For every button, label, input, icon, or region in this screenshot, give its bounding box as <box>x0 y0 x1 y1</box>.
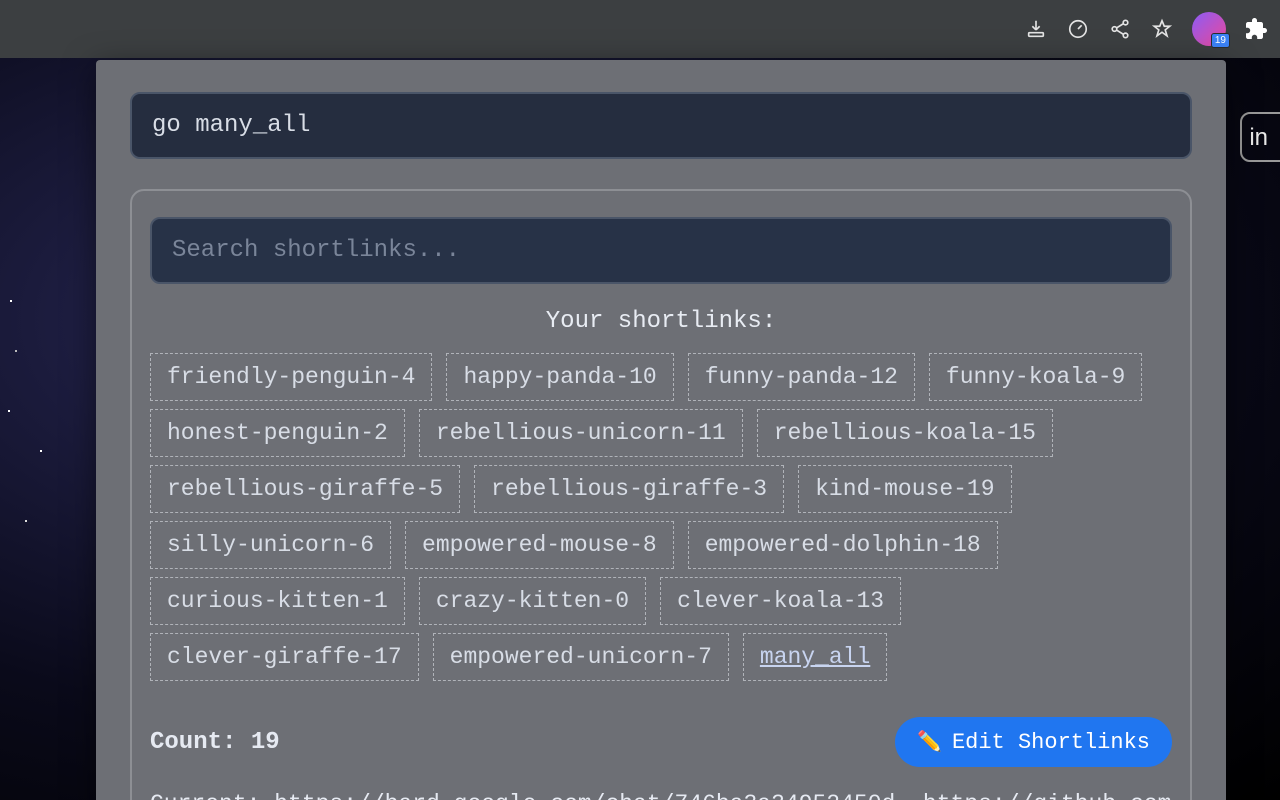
shortlink-chip[interactable]: many_all <box>743 633 887 681</box>
shortlink-chip[interactable]: rebellious-giraffe-3 <box>474 465 784 513</box>
shortlink-chip[interactable]: rebellious-giraffe-5 <box>150 465 460 513</box>
shortlink-chip[interactable]: curious-kitten-1 <box>150 577 405 625</box>
count-label: Count: 19 <box>150 729 280 756</box>
speedometer-icon[interactable] <box>1066 17 1090 41</box>
shortlink-chip[interactable]: honest-penguin-2 <box>150 409 405 457</box>
shortlink-chip[interactable]: clever-koala-13 <box>660 577 901 625</box>
current-urls-label: Current: https://bard.google.com/chat/74… <box>150 791 1172 800</box>
edit-shortlinks-button[interactable]: ✏️ Edit Shortlinks <box>895 717 1172 767</box>
shortlink-chip[interactable]: rebellious-koala-15 <box>757 409 1053 457</box>
shortlink-chip[interactable]: happy-panda-10 <box>446 353 673 401</box>
shortlink-chip[interactable]: funny-koala-9 <box>929 353 1142 401</box>
install-icon[interactable] <box>1024 17 1048 41</box>
edit-button-label: Edit Shortlinks <box>952 730 1150 755</box>
shortlink-chip[interactable]: clever-giraffe-17 <box>150 633 419 681</box>
shortlink-chip[interactable]: friendly-penguin-4 <box>150 353 432 401</box>
extension-popup: Your shortlinks: friendly-penguin-4 happy… <box>96 60 1226 800</box>
share-icon[interactable] <box>1108 17 1132 41</box>
search-shortlinks-input[interactable] <box>150 217 1172 284</box>
section-title: Your shortlinks: <box>150 308 1172 335</box>
shortlink-chip[interactable]: funny-panda-12 <box>688 353 915 401</box>
extensions-icon[interactable] <box>1244 17 1268 41</box>
behind-box <box>1240 112 1280 162</box>
profile-avatar[interactable]: 19 <box>1192 12 1226 46</box>
shortlink-chip[interactable]: rebellious-unicorn-11 <box>419 409 743 457</box>
shortlinks-panel: Your shortlinks: friendly-penguin-4 happy… <box>130 189 1192 800</box>
avatar-badge: 19 <box>1211 33 1230 48</box>
shortlinks-list: friendly-penguin-4 happy-panda-10 funny-pa… <box>150 353 1172 681</box>
shortlink-chip[interactable]: kind-mouse-19 <box>798 465 1011 513</box>
star-icon[interactable] <box>1150 17 1174 41</box>
shortlink-chip[interactable]: empowered-mouse-8 <box>405 521 674 569</box>
go-input[interactable] <box>130 92 1192 159</box>
shortlink-chip[interactable]: empowered-dolphin-18 <box>688 521 998 569</box>
shortlink-chip[interactable]: crazy-kitten-0 <box>419 577 646 625</box>
browser-toolbar: 19 <box>0 0 1280 58</box>
shortlink-chip[interactable]: silly-unicorn-6 <box>150 521 391 569</box>
shortlink-chip[interactable]: empowered-unicorn-7 <box>433 633 729 681</box>
pencil-icon: ✏️ <box>917 729 942 755</box>
